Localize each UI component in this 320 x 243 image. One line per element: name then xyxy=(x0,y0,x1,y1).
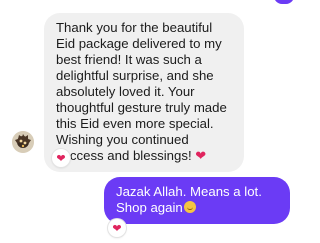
heart-icon: ❤ xyxy=(112,221,122,235)
incoming-message-text: Thank you for the beautiful Eid package … xyxy=(56,20,227,163)
outgoing-message[interactable]: Jazak Allah. Means a lot. Shop again xyxy=(104,177,290,224)
incoming-message[interactable]: Thank you for the beautiful Eid package … xyxy=(44,13,244,172)
heart-reaction-incoming[interactable]: ❤ xyxy=(52,149,70,167)
heart-icon: ❤ xyxy=(195,148,207,163)
heart-reaction-outgoing[interactable]: ❤ xyxy=(108,219,126,237)
sender-avatar[interactable] xyxy=(12,131,34,153)
grinning-face-icon xyxy=(183,201,196,213)
previous-message-bubble[interactable] xyxy=(274,0,294,4)
heart-icon: ❤ xyxy=(56,151,66,165)
